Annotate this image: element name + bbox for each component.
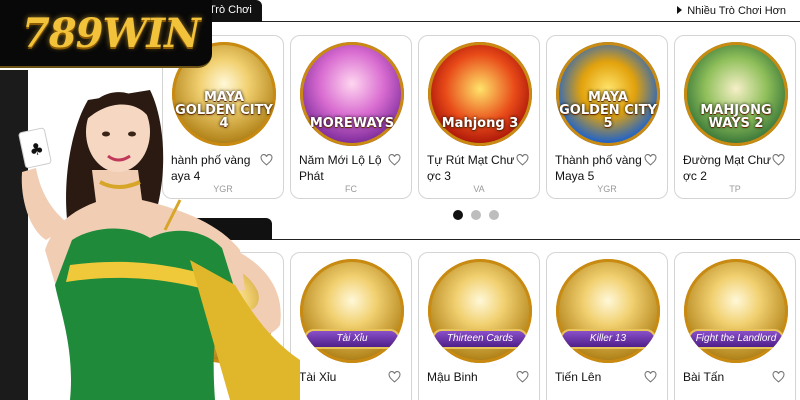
game-name: Tự Rút Mạt Chư ợc 3 — [427, 153, 515, 183]
game-name: Thành phố vàng Maya 5 — [555, 153, 642, 183]
game-thumbnail: Thirteen Cards — [428, 259, 532, 363]
game-art-title: MAYA GOLDEN CITY 5 — [559, 90, 657, 131]
game-card[interactable]: Mahjong 3 Tự Rút Mạt Chư ợc 3 VA — [418, 35, 540, 199]
game-provider: TP — [729, 184, 741, 194]
game-art-banner: Thirteen Cards — [432, 329, 528, 349]
promo-model-illustration: ♣ — [18, 90, 300, 400]
game-name: Năm Mới Lộ Lộ Phát — [299, 153, 382, 183]
game-thumbnail: Tài Xỉu — [300, 259, 404, 363]
game-provider: VA — [473, 184, 485, 194]
game-thumbnail: MAYA GOLDEN CITY 5 — [556, 42, 660, 146]
game-card[interactable]: MAYA GOLDEN CITY 5 Thành phố vàng Maya 5… — [546, 35, 668, 199]
more-games-label: Nhiều Trò Chơi Hơn — [687, 5, 786, 17]
game-name: Tiến Lên — [555, 370, 602, 384]
game-card[interactable]: Tài Xỉu Tài Xỉu — [290, 252, 412, 400]
heart-outline-icon[interactable] — [516, 154, 529, 166]
game-art-banner: Fight the Landlord — [688, 329, 784, 349]
game-art-banner: Killer 13 — [560, 329, 656, 349]
heart-outline-icon[interactable] — [772, 371, 785, 383]
game-name: Bài Tấn — [683, 370, 725, 384]
game-card[interactable]: Killer 13 Tiến Lên — [546, 252, 668, 400]
game-name: Mậu Binh — [427, 370, 478, 384]
brand-logo[interactable]: 789WIN — [0, 0, 212, 68]
game-provider: YGR — [597, 184, 617, 194]
heart-outline-icon[interactable] — [516, 371, 529, 383]
heart-outline-icon[interactable] — [644, 371, 657, 383]
game-art-title: Mahjong 3 — [441, 116, 519, 131]
heart-outline-icon[interactable] — [388, 154, 401, 166]
game-art-banner: Tài Xỉu — [304, 329, 400, 349]
heart-outline-icon[interactable] — [772, 154, 785, 166]
game-thumbnail: Fight the Landlord — [684, 259, 788, 363]
triangle-right-icon — [677, 6, 683, 14]
game-thumbnail: Killer 13 — [556, 259, 660, 363]
more-games-link[interactable]: Nhiều Trò Chơi Hơn — [677, 5, 786, 17]
game-card[interactable]: MAHJONG WAYS 2 Đường Mạt Chư ợc 2 TP — [674, 35, 796, 199]
game-card[interactable]: Fight the Landlord Bài Tấn — [674, 252, 796, 400]
section-header-slots: u Trò Chơi Nhiều Trò Chơi Hơn — [180, 0, 800, 22]
game-provider: FC — [345, 184, 357, 194]
game-lobby: u Trò Chơi Nhiều Trò Chơi Hơn MAYA GOLDE… — [0, 0, 800, 400]
game-thumbnail: MOREWAYS — [300, 42, 404, 146]
brand-logo-text: 789WIN — [22, 10, 201, 57]
game-thumbnail: Mahjong 3 — [428, 42, 532, 146]
game-card[interactable]: MOREWAYS Năm Mới Lộ Lộ Phát FC — [290, 35, 412, 199]
heart-outline-icon[interactable] — [388, 371, 401, 383]
game-name: Tài Xỉu — [299, 370, 337, 384]
game-art-title: MOREWAYS — [309, 116, 395, 131]
game-art-title: MAHJONG WAYS 2 — [700, 103, 772, 131]
game-name: Đường Mạt Chư ợc 2 — [683, 153, 771, 183]
game-card[interactable]: Thirteen Cards Mậu Binh — [418, 252, 540, 400]
heart-outline-icon[interactable] — [644, 154, 657, 166]
game-thumbnail: MAHJONG WAYS 2 — [684, 42, 788, 146]
